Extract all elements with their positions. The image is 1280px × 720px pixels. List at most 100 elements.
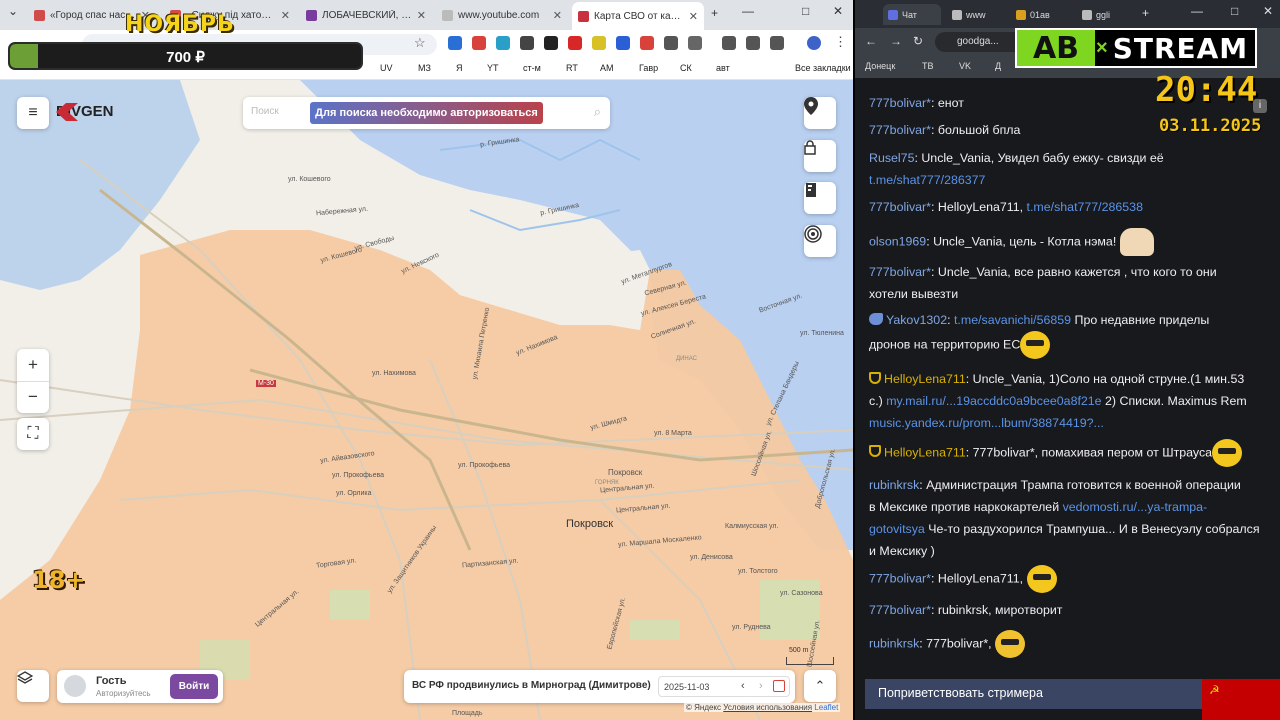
extension-icon[interactable] [664, 36, 678, 50]
ruler-button[interactable] [804, 182, 836, 214]
chevron-right-icon[interactable]: › [759, 680, 763, 692]
chat-username[interactable]: 777bolivar* [869, 571, 931, 585]
fullscreen-button[interactable]: ⛶ [17, 418, 49, 450]
bookmark-item[interactable]: СК [680, 63, 692, 73]
extension-icon[interactable] [616, 36, 630, 50]
puzzle-icon[interactable] [688, 36, 702, 50]
close-icon[interactable]: ✕ [417, 9, 426, 22]
chat-link[interactable]: t.me/shat777/286538 [1027, 200, 1143, 214]
bookmark-item[interactable]: ТВ [922, 61, 934, 71]
menu-icon[interactable]: ⋮ [834, 34, 848, 49]
map-label-street: Площадь [452, 710, 483, 717]
chat-username[interactable]: rubinkrsk [869, 478, 919, 492]
menu-button[interactable]: ≡ [17, 97, 49, 129]
maximize-button[interactable]: □ [802, 4, 809, 18]
bookmark-item[interactable]: Д [995, 61, 1001, 71]
bookmark-item[interactable]: Я [456, 63, 463, 73]
leaflet-link[interactable]: Leaflet [814, 703, 838, 712]
chevron-left-icon[interactable]: ‹ [741, 680, 745, 692]
browser-tab-4[interactable]: www.youtube.com ✕ [436, 4, 568, 26]
chat-username[interactable]: 777bolivar* [869, 96, 931, 110]
minimize-button[interactable]: — [742, 4, 754, 18]
zoom-out-button[interactable]: − [17, 381, 49, 413]
chat-username[interactable]: 777bolivar* [869, 265, 931, 279]
extension-icon[interactable] [472, 36, 486, 50]
star-icon[interactable]: ☆ [414, 35, 428, 50]
all-bookmarks[interactable]: Все закладки [795, 63, 851, 73]
forward-icon[interactable]: → [890, 34, 902, 48]
search-box[interactable]: Поиск Для поиска необходимо авторизовать… [243, 97, 610, 129]
new-tab-icon[interactable]: + [711, 6, 718, 20]
extension-icon[interactable] [448, 36, 462, 50]
chat-link[interactable]: t.me/savanichi/56859 [954, 313, 1071, 327]
avatar[interactable] [807, 36, 821, 50]
chat-username[interactable]: 777bolivar* [869, 603, 931, 617]
extension-icon[interactable] [544, 36, 558, 50]
bookmark-item[interactable]: UV [380, 63, 393, 73]
extension-icon[interactable] [496, 36, 510, 50]
chat-link[interactable]: vedomosti.ru/...ya-trampa- [1063, 500, 1208, 514]
greet-streamer-button[interactable]: Поприветствовать стримера [865, 679, 1215, 709]
bookmark-item[interactable]: YT [487, 63, 499, 73]
zoom-in-button[interactable]: + [28, 349, 38, 381]
map-canvas[interactable]: ≡ DIVGEN Поиск Для поиска необходимо авт… [0, 80, 853, 720]
close-icon[interactable]: ✕ [553, 9, 562, 22]
chat-username[interactable]: 777bolivar* [869, 200, 931, 214]
browser-tab-chat[interactable]: Чат [883, 4, 941, 25]
browser-tab-5-active[interactable]: Карта СВО от канала DI✕ [572, 2, 704, 30]
chat-username[interactable]: rubinkrsk [869, 636, 919, 650]
browser-tab-ggli[interactable]: ggli [1077, 4, 1139, 25]
extension-icon[interactable] [592, 36, 606, 50]
tab-search-icon[interactable]: ⌄ [8, 4, 18, 18]
chat-username[interactable]: Rusel75 [869, 151, 914, 165]
extension-icon[interactable] [568, 36, 582, 50]
chat-username[interactable]: HelloyLena711 [884, 445, 966, 459]
maximize-button[interactable]: □ [1231, 4, 1238, 18]
chevron-up-button[interactable]: ⌃ [804, 670, 836, 702]
reload-icon[interactable]: ↻ [913, 34, 923, 48]
browser-tab-www[interactable]: www [947, 4, 1007, 25]
chat-username[interactable]: Yakov1302 [886, 313, 947, 327]
bookmark-item[interactable]: VK [959, 61, 971, 71]
chat-username[interactable]: HelloyLena711 [884, 372, 966, 386]
bookmark-item[interactable]: авт [716, 63, 730, 73]
bookmark-item[interactable]: Гавр [639, 63, 658, 73]
news-title[interactable]: ВС РФ продвинулись в Мирноград (Димитров… [412, 680, 651, 691]
chat-message: 777bolivar*: HelloyLena711, [869, 565, 1264, 593]
back-icon[interactable]: ← [865, 34, 877, 48]
bookmark-item[interactable]: Донецк [865, 61, 895, 71]
browser-tab-3[interactable]: ЛОБАЧЕВСКИЙ, ДРОН✕ [300, 4, 432, 26]
extension-icon[interactable] [520, 36, 534, 50]
bookmark-item[interactable]: ст-м [523, 63, 541, 73]
browser-tab-01[interactable]: 01ав [1011, 4, 1073, 25]
minimize-button[interactable]: — [1191, 4, 1203, 18]
calendar-icon[interactable] [773, 680, 785, 692]
chat-link[interactable]: music.yandex.ru/prom...lbum/38874419?... [869, 416, 1104, 430]
close-icon[interactable]: ✕ [281, 9, 290, 22]
close-window-button[interactable]: ✕ [833, 4, 843, 18]
layers-button[interactable] [17, 670, 49, 702]
search-icon[interactable]: ⌕ [594, 104, 601, 120]
date-picker[interactable]: 2025-11-03 ‹ › [658, 676, 790, 697]
auth-required-button[interactable]: Для поиска необходимо авторизоваться [310, 102, 543, 124]
chat-link[interactable]: gotovitsya [869, 522, 925, 536]
bookmark-item[interactable]: МЗ [418, 63, 431, 73]
chat-link[interactable]: my.mail.ru/...19accddc0a9bcee0a8f21e [886, 394, 1101, 408]
extension-icon[interactable] [640, 36, 654, 50]
new-tab-icon[interactable]: + [1142, 6, 1149, 20]
tab-group-icon[interactable] [770, 36, 784, 50]
login-button[interactable]: Войти [170, 674, 218, 699]
chat-link[interactable]: t.me/shat777/286377 [869, 173, 985, 187]
close-icon[interactable]: ✕ [689, 10, 698, 23]
link-icon[interactable] [746, 36, 760, 50]
chat-username[interactable]: olson1969 [869, 234, 926, 248]
chat-username[interactable]: 777bolivar* [869, 123, 931, 137]
lock-button[interactable] [804, 140, 836, 172]
bookmark-item[interactable]: AM [600, 63, 614, 73]
bookmark-item[interactable]: RT [566, 63, 578, 73]
target-button[interactable] [804, 225, 836, 257]
close-window-button[interactable]: ✕ [1263, 4, 1273, 18]
terms-link[interactable]: Условия использования [723, 703, 812, 712]
key-icon[interactable] [722, 36, 736, 50]
location-pin-button[interactable] [804, 97, 836, 129]
